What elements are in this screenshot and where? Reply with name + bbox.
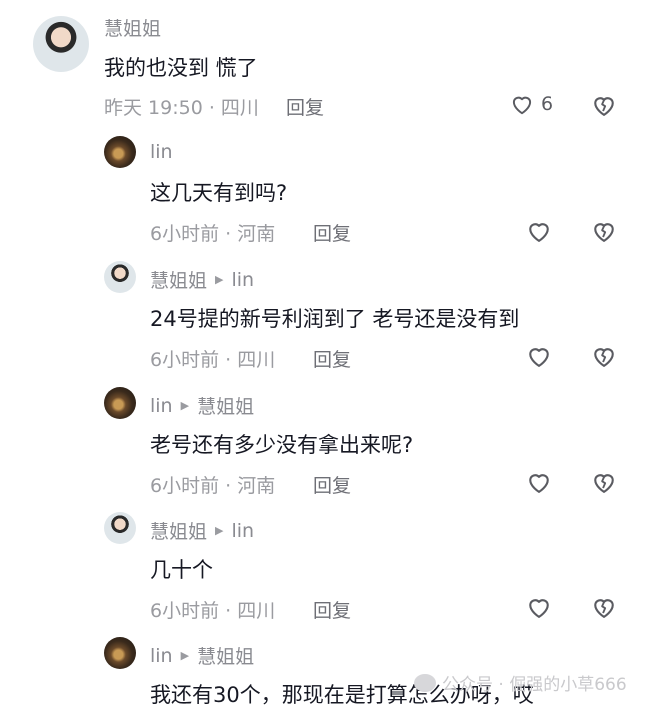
broken-heart-icon [590, 593, 618, 621]
avatar[interactable] [104, 136, 136, 168]
watermark-text: 公众号 · 倔强的小草666 [442, 675, 627, 695]
author-name[interactable]: 慧姐姐 [104, 14, 161, 41]
heart-outline-icon [525, 342, 553, 370]
broken-heart-icon [590, 468, 618, 496]
author-name[interactable]: 慧姐姐 [150, 266, 207, 293]
author-name[interactable]: 慧姐姐 [150, 517, 207, 544]
like-button[interactable] [525, 342, 553, 370]
dislike-button[interactable] [590, 468, 618, 496]
dislike-button[interactable] [590, 593, 618, 621]
reply-button[interactable]: 回复 [286, 93, 324, 120]
play-triangle-icon: ▶ [180, 649, 190, 662]
like-button[interactable] [525, 217, 553, 245]
comment-author[interactable]: lin [150, 141, 173, 163]
reply-to-name[interactable]: 慧姐姐 [197, 392, 254, 419]
reply-button[interactable]: 回复 [313, 471, 351, 498]
dislike-button[interactable] [590, 342, 618, 370]
reply-button[interactable]: 回复 [313, 345, 351, 372]
comment-time-location: 昨天 19:50 · 四川 [104, 97, 259, 119]
broken-heart-icon [590, 342, 618, 370]
watermark: 公众号 · 倔强的小草666 [414, 670, 627, 695]
like-button[interactable] [525, 593, 553, 621]
comment-text: 我的也没到 慌了 [104, 56, 258, 80]
comment-author[interactable]: lin ▶ 慧姐姐 [150, 392, 254, 419]
broken-heart-icon [590, 91, 618, 119]
heart-outline-icon [525, 468, 553, 496]
like-button[interactable] [525, 468, 553, 496]
author-name[interactable]: lin [150, 395, 173, 417]
play-triangle-icon: ▶ [180, 399, 190, 412]
like-button[interactable]: 6 [509, 91, 553, 117]
avatar[interactable] [104, 637, 136, 669]
like-count: 6 [541, 93, 554, 115]
heart-outline-icon [525, 593, 553, 621]
reply-to-name[interactable]: 慧姐姐 [197, 642, 254, 669]
comment-text: 老号还有多少没有拿出来呢? [150, 433, 414, 457]
avatar[interactable] [104, 261, 136, 293]
heart-outline-icon [509, 91, 535, 117]
author-name[interactable]: lin [150, 141, 173, 163]
comment-text: 几十个 [150, 558, 213, 582]
dislike-button[interactable] [590, 91, 618, 119]
comment-time-location: 6小时前 · 河南 [150, 223, 276, 245]
avatar[interactable] [104, 512, 136, 544]
reply-button[interactable]: 回复 [313, 219, 351, 246]
comment-text: 24号提的新号利润到了 老号还是没有到 [150, 307, 520, 331]
avatar[interactable] [104, 387, 136, 419]
comment-author[interactable]: 慧姐姐 ▶ lin [150, 517, 254, 544]
play-triangle-icon: ▶ [215, 273, 224, 286]
comment-author[interactable]: 慧姐姐 [104, 14, 161, 41]
comment-text: 这几天有到吗? [150, 181, 288, 205]
dislike-button[interactable] [590, 217, 618, 245]
reply-to-name[interactable]: lin [231, 520, 254, 542]
comment-time-location: 6小时前 · 河南 [150, 475, 276, 497]
avatar[interactable] [33, 16, 89, 72]
author-name[interactable]: lin [150, 645, 173, 667]
reply-to-name[interactable]: lin [231, 269, 254, 291]
broken-heart-icon [590, 217, 618, 245]
comment-time-location: 6小时前 · 四川 [150, 349, 276, 371]
play-triangle-icon: ▶ [215, 524, 224, 537]
reply-button[interactable]: 回复 [313, 596, 351, 623]
comment-author[interactable]: lin ▶ 慧姐姐 [150, 642, 254, 669]
comment-author[interactable]: 慧姐姐 ▶ lin [150, 266, 254, 293]
comment-time-location: 6小时前 · 四川 [150, 600, 276, 622]
heart-outline-icon [525, 217, 553, 245]
wechat-logo-icon [414, 673, 436, 692]
